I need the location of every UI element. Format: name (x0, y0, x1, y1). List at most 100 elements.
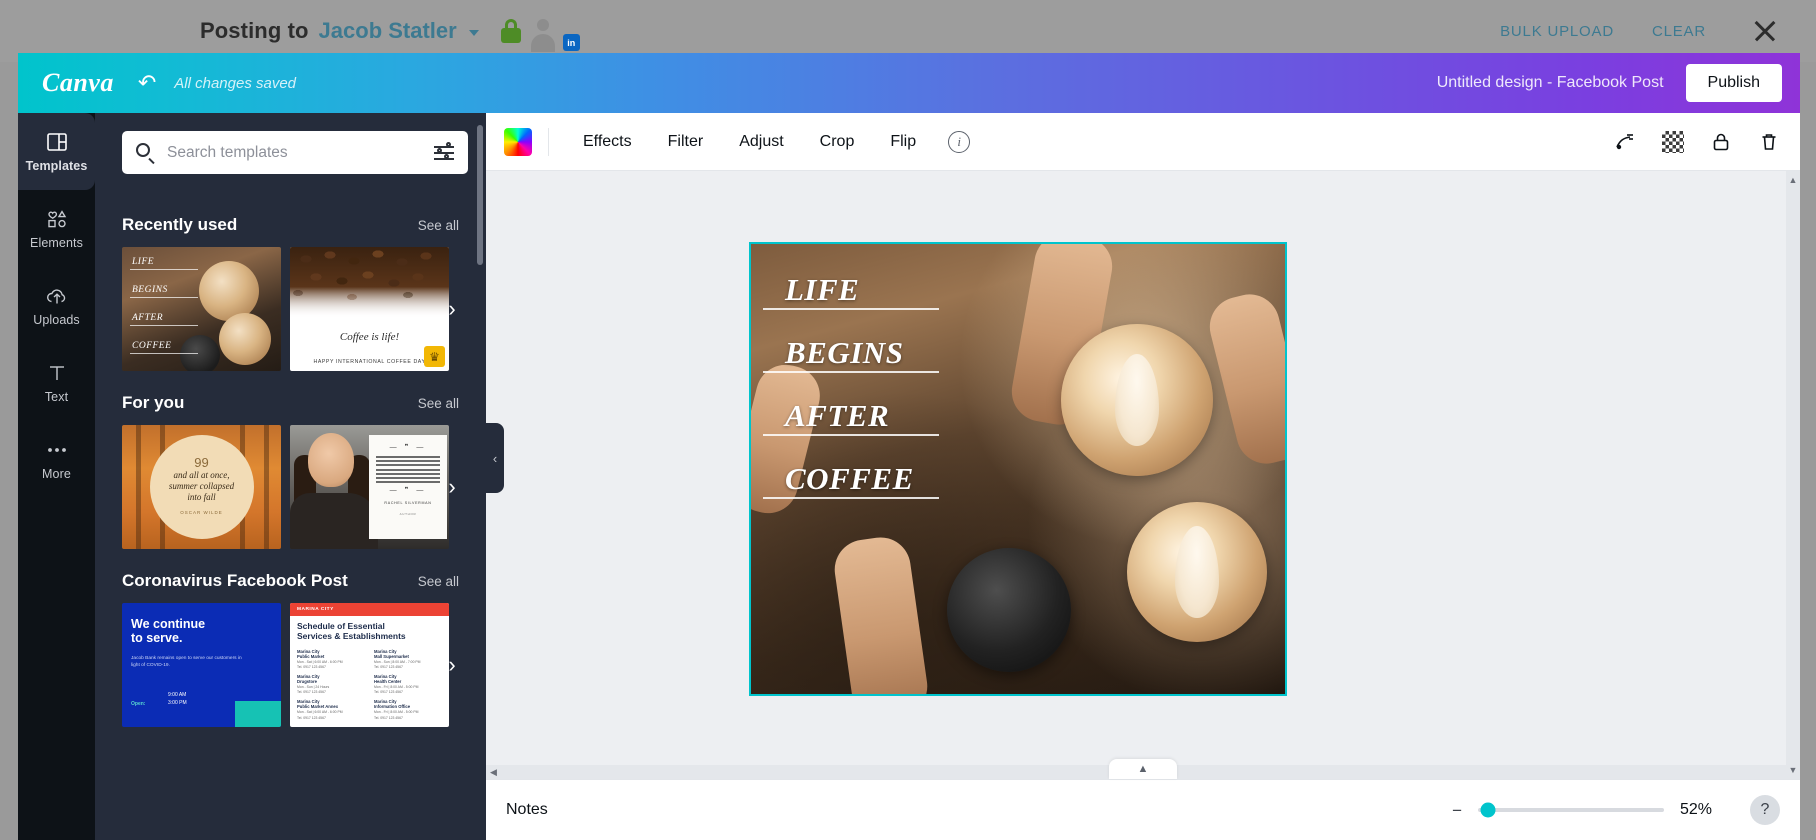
info-icon[interactable]: i (948, 131, 970, 153)
service-meta: Mon - Sun | 8:00 AM - 7:00 PM Tel. 0917 … (374, 660, 443, 670)
templates-icon (46, 130, 68, 154)
panel-scrollbar[interactable] (477, 125, 483, 265)
section-title: Recently used (122, 215, 237, 235)
filter-icon[interactable] (434, 145, 454, 161)
toolbar-crop-button[interactable]: Crop (802, 113, 873, 171)
thumb-byline: OSCAR WILDE (180, 510, 223, 515)
crown-icon: ♛ (424, 346, 445, 367)
image-toolbar: Effects Filter Adjust Crop Flip i (486, 113, 1800, 171)
zoom-out-button[interactable]: − (1452, 802, 1462, 819)
toolbar-flip-button[interactable]: Flip (872, 113, 934, 171)
canvas-area[interactable]: LIFE BEGINS AFTER COFFEE ◀ ▶ (486, 171, 1800, 779)
bottom-bar: Notes − 52% ? (486, 779, 1800, 840)
zoom-slider-knob[interactable] (1481, 803, 1496, 818)
chevron-right-icon[interactable]: › (438, 295, 466, 323)
sidebar-item-elements[interactable]: Elements (18, 190, 95, 267)
thumb-accent-shape (235, 701, 281, 727)
sidebar-item-text[interactable]: Text (18, 344, 95, 421)
toolbar-right-group (1612, 129, 1782, 155)
rainbow-color-swatch[interactable] (504, 128, 532, 156)
template-thumb-life-begins-after-coffee[interactable]: LIFE BEGINS AFTER COFFEE (122, 247, 281, 371)
template-thumb-we-continue-to-serve[interactable]: We continue to serve. Jacob Bank remains… (122, 603, 281, 727)
thumb-author-role: AUTHOR (400, 512, 417, 516)
undo-icon[interactable]: ↶ (138, 72, 156, 94)
scroll-left-icon[interactable]: ◀ (490, 767, 497, 778)
sidebar-item-templates[interactable]: Templates (18, 113, 95, 190)
design-text-block[interactable]: LIFE BEGINS AFTER COFFEE (751, 244, 951, 694)
panel-collapse-button[interactable]: ‹ (486, 423, 504, 493)
lock-icon[interactable] (501, 19, 521, 43)
sidebar-item-uploads[interactable]: Uploads (18, 267, 95, 344)
thumb-text-line: BEGINS (132, 285, 168, 295)
service-cell: Marina City Information Office Mon - Fri… (374, 699, 443, 720)
thumb-title: Schedule of Essential Services & Establi… (297, 621, 437, 641)
chevron-right-icon[interactable]: › (438, 651, 466, 679)
service-meta: Mon - Fri | 8:00 AM - 5:00 PM Tel. 0917 … (374, 710, 443, 720)
section-coronavirus-facebook-post: Coronavirus Facebook Post See all We con… (95, 549, 486, 727)
posting-account-name[interactable]: Jacob Statler (319, 18, 457, 44)
search-box[interactable] (122, 131, 468, 174)
search-icon (136, 143, 155, 162)
thumb-text-line: LIFE (132, 257, 154, 267)
clear-button[interactable]: CLEAR (1652, 23, 1706, 40)
thumb-badge: MARINA CITY (297, 607, 334, 612)
service-meta: Mon - Sat | 6:00 AM - 6:00 PM Tel. 0917 … (297, 660, 366, 670)
sidebar-item-label: Text (45, 390, 68, 404)
service-meta: Mon - Fri | 8:00 AM - 5:00 PM Tel. 0917 … (374, 685, 443, 695)
toolbar-adjust-button[interactable]: Adjust (721, 113, 801, 171)
lock-icon[interactable] (1708, 129, 1734, 155)
notes-button[interactable]: Notes (506, 801, 548, 819)
service-cell: Marina City Mall Supermarket Mon - Sun |… (374, 649, 443, 670)
service-cell: Marina City Public Market Annex Mon - Sa… (297, 699, 366, 720)
animate-icon[interactable] (1612, 129, 1638, 155)
avatar[interactable]: in (543, 14, 577, 48)
vertical-scrollbar[interactable]: ▲ ▼ (1786, 171, 1800, 779)
thumb-topbar: MARINA CITY (290, 603, 449, 616)
section-title: For you (122, 393, 184, 413)
template-thumb-coffee-is-life[interactable]: Coffee is life! HAPPY INTERNATIONAL COFF… (290, 247, 449, 371)
thumb-text-line: AFTER (132, 313, 163, 323)
transparency-icon[interactable] (1660, 129, 1686, 155)
template-thumb-autumn-quote[interactable]: 99 and all at once, summer collapsed int… (122, 425, 281, 549)
scroll-down-icon[interactable]: ▼ (1789, 765, 1798, 775)
service-title: Marina City Information Office (374, 699, 443, 709)
bulk-upload-button[interactable]: BULK UPLOAD (1500, 23, 1614, 40)
close-icon[interactable] (1752, 18, 1778, 44)
chevron-down-icon[interactable] (469, 30, 479, 36)
help-button[interactable]: ? (1750, 795, 1780, 825)
section-title: Coronavirus Facebook Post (122, 571, 348, 591)
toolbar-filter-button[interactable]: Filter (650, 113, 722, 171)
zoom-slider[interactable] (1478, 808, 1664, 812)
sidebar-item-label: Elements (30, 236, 83, 250)
service-cell: Marina City Health Center Mon - Fri | 8:… (374, 674, 443, 695)
design-text-line: COFFEE (785, 461, 914, 497)
publish-button[interactable]: Publish (1686, 64, 1782, 102)
save-status-label: All changes saved (174, 75, 296, 92)
see-all-link[interactable]: See all (418, 396, 459, 411)
thumb-sub: Jacob Bank remains open to serve our cus… (131, 655, 251, 669)
template-thumb-author-quote[interactable]: — ❞ — — ❞ — RACHEL SILVERMAN AUTHOR (290, 425, 449, 549)
toolbar-divider (548, 128, 549, 156)
toolbar-effects-button[interactable]: Effects (565, 113, 650, 171)
scroll-up-icon[interactable]: ▲ (1789, 175, 1798, 185)
chevron-right-icon[interactable]: › (438, 473, 466, 501)
see-all-link[interactable]: See all (418, 574, 459, 589)
section-header: Coronavirus Facebook Post See all (122, 571, 468, 591)
section-header: For you See all (122, 393, 468, 413)
trash-icon[interactable] (1756, 129, 1782, 155)
template-thumb-essential-services[interactable]: MARINA CITY Schedule of Essential Servic… (290, 603, 449, 727)
sidebar-item-label: More (42, 467, 71, 481)
notes-expand-handle[interactable]: ▲ (1109, 759, 1177, 779)
linkedin-badge-icon: in (563, 34, 580, 51)
section-header: Recently used See all (122, 215, 468, 235)
posting-to-group: Posting to Jacob Statler in (200, 14, 577, 48)
see-all-link[interactable]: See all (418, 218, 459, 233)
search-input[interactable] (167, 144, 434, 162)
sidebar-item-more[interactable]: More (18, 421, 95, 498)
design-title[interactable]: Untitled design - Facebook Post (1437, 74, 1664, 92)
canva-logo[interactable]: Canva (42, 68, 114, 98)
design-canvas-selected[interactable]: LIFE BEGINS AFTER COFFEE (751, 244, 1285, 694)
service-cell: Marina City Drugstore Mon - Sun | 24 Hou… (297, 674, 366, 695)
thumb-author-name: RACHEL SILVERMAN (384, 501, 431, 505)
zoom-controls: − 52% ? (1452, 795, 1780, 825)
